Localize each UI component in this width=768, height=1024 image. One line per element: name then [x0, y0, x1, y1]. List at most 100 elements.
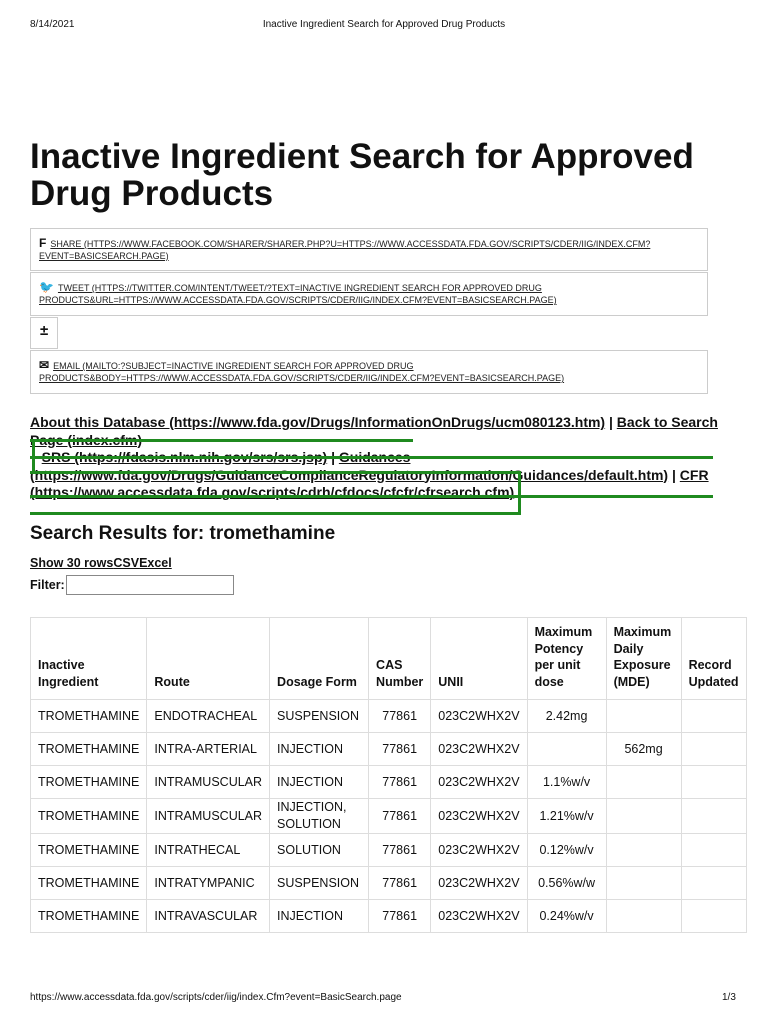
table-cell: 023C2WHX2V: [430, 798, 528, 834]
column-header[interactable]: Maximum Potency per unit dose: [526, 617, 607, 700]
more-share-button[interactable]: ±: [30, 317, 58, 349]
table-cell: 77861: [368, 833, 432, 867]
table-row: TROMETHAMINE INTRATHECAL SOLUTION 77861 023C…: [29, 833, 747, 867]
table-cell: INTRA-ARTERIAL: [146, 732, 271, 766]
table-cell: [605, 833, 682, 867]
table-cell: TROMETHAMINE: [29, 798, 148, 834]
csv-button[interactable]: CSV: [113, 556, 139, 570]
table-cell: 0.12%w/v: [526, 833, 607, 867]
table-cell: TROMETHAMINE: [29, 866, 148, 900]
column-header[interactable]: Route: [146, 617, 271, 700]
column-header[interactable]: Record Updated: [680, 617, 747, 700]
table-cell: [680, 765, 747, 799]
table-cell: INTRAMUSCULAR: [146, 798, 271, 834]
table-cell: INJECTION: [269, 765, 370, 799]
table-cell: TROMETHAMINE: [29, 732, 148, 766]
table-cell: 77861: [368, 798, 432, 834]
table-cell: [680, 732, 747, 766]
table-cell: 023C2WHX2V: [430, 765, 528, 799]
table-cell: TROMETHAMINE: [29, 699, 148, 733]
table-cell: TROMETHAMINE: [29, 899, 148, 933]
page-number: 1/3: [722, 992, 736, 1003]
table-row: TROMETHAMINE ENDOTRACHEAL SUSPENSION 77861 0…: [29, 699, 747, 733]
table-cell: 77861: [368, 765, 432, 799]
table-cell: 0.24%w/v: [526, 899, 607, 933]
table-cell: [605, 866, 682, 900]
table-cell: [680, 899, 747, 933]
twitter-share-link[interactable]: TWEET (HTTPS://TWITTER.COM/INTENT/TWEET/…: [39, 283, 557, 305]
table-cell: [680, 699, 747, 733]
column-header[interactable]: UNII: [430, 617, 528, 700]
table-cell: SUSPENSION: [269, 866, 370, 900]
about-database-link[interactable]: About this Database (https://www.fda.gov…: [30, 414, 605, 430]
overlay-line: [30, 439, 413, 442]
page-title: Inactive Ingredient Search for Approved …: [30, 137, 694, 213]
table-cell: [680, 798, 747, 834]
table-cell: INTRATYMPANIC: [146, 866, 271, 900]
table-cell: INTRAMUSCULAR: [146, 765, 271, 799]
table-cell: 77861: [368, 866, 432, 900]
facebook-share-link[interactable]: SHARE (HTTPS://WWW.FACEBOOK.COM/SHARER/S…: [39, 239, 650, 261]
table-cell: [605, 899, 682, 933]
show-rows-button[interactable]: Show 30 rows: [30, 556, 113, 570]
table-buttons: Show 30 rowsCSVExcel: [30, 556, 172, 570]
table-cell: [680, 866, 747, 900]
table-cell: [605, 765, 682, 799]
email-share-link[interactable]: EMAIL (MAILTO:?SUBJECT=INACTIVE INGREDIE…: [39, 361, 564, 383]
table-row: TROMETHAMINE INTRA-ARTERIAL INJECTION 77861…: [29, 732, 747, 766]
table-cell: 023C2WHX2V: [430, 899, 528, 933]
filter-input[interactable]: [65, 575, 234, 595]
table-cell: 023C2WHX2V: [430, 833, 528, 867]
column-header[interactable]: Inactive Ingredient: [29, 617, 148, 700]
table-row: TROMETHAMINE INTRAVASCULAR INJECTION 77861 0…: [29, 899, 747, 933]
overlay-line: [30, 512, 520, 515]
overlay-line: [30, 495, 713, 498]
table-cell: [605, 798, 682, 834]
table-row: TROMETHAMINE INTRAMUSCULAR INJECTION 77861 0…: [29, 765, 747, 799]
table-cell: 023C2WHX2V: [430, 732, 528, 766]
filter-label: Filter:: [30, 578, 65, 592]
table-cell: INTRATHECAL: [146, 833, 271, 867]
table-row: TROMETHAMINE INTRAMUSCULAR INJECTION, SOLU…: [29, 798, 747, 834]
table-cell: INJECTION, SOLUTION: [269, 798, 370, 834]
column-header[interactable]: Dosage Form: [269, 617, 370, 700]
facebook-icon: f: [39, 236, 47, 250]
table-cell: 1.1%w/v: [526, 765, 607, 799]
column-header[interactable]: Maximum Daily Exposure (MDE): [605, 617, 682, 700]
table-cell: 1.21%w/v: [526, 798, 607, 834]
share-email: ✉ EMAIL (MAILTO:?SUBJECT=INACTIVE INGREDI…: [30, 350, 708, 394]
footer-url: https://www.accessdata.fda.gov/scripts/c…: [30, 992, 402, 1003]
table-cell: SOLUTION: [269, 833, 370, 867]
table-row: TROMETHAMINE INTRATYMPANIC SUSPENSION 77861…: [29, 866, 747, 900]
table-cell: 77861: [368, 899, 432, 933]
separator: |: [608, 414, 613, 430]
table-cell: 2.42mg: [526, 699, 607, 733]
table-cell: TROMETHAMINE: [29, 765, 148, 799]
print-title: Inactive Ingredient Search for Approved …: [262, 19, 506, 30]
table-cell: 023C2WHX2V: [430, 699, 528, 733]
overlay-line: [518, 471, 521, 515]
excel-button[interactable]: Excel: [139, 556, 172, 570]
overlay-line: [30, 471, 520, 474]
table-cell: INJECTION: [269, 732, 370, 766]
overlay-line: [30, 456, 713, 459]
envelope-icon: ✉: [39, 358, 50, 372]
table-cell: [605, 699, 682, 733]
table-cell: 023C2WHX2V: [430, 866, 528, 900]
share-facebook: f SHARE (HTTPS://WWW.FACEBOOK.COM/SHARER/…: [30, 228, 708, 271]
share-twitter: 🐦 TWEET (HTTPS://TWITTER.COM/INTENT/TWEET…: [30, 272, 708, 316]
table-cell: INTRAVASCULAR: [146, 899, 271, 933]
table-cell: ENDOTRACHEAL: [146, 699, 271, 733]
table-cell: [526, 732, 607, 766]
column-header[interactable]: CAS Number: [368, 617, 432, 700]
results-table: Inactive Ingredient Route Dosage Form CAS N…: [29, 617, 747, 933]
twitter-icon: 🐦: [39, 280, 54, 294]
results-heading: Search Results for: tromethamine: [30, 523, 336, 544]
table-cell: INJECTION: [269, 899, 370, 933]
table-cell: TROMETHAMINE: [29, 833, 148, 867]
separator: |: [671, 466, 676, 483]
table-cell: [680, 833, 747, 867]
table-cell: 0.56%w/w: [526, 866, 607, 900]
table-cell: 77861: [368, 699, 432, 733]
table-cell: 562mg: [605, 732, 682, 766]
